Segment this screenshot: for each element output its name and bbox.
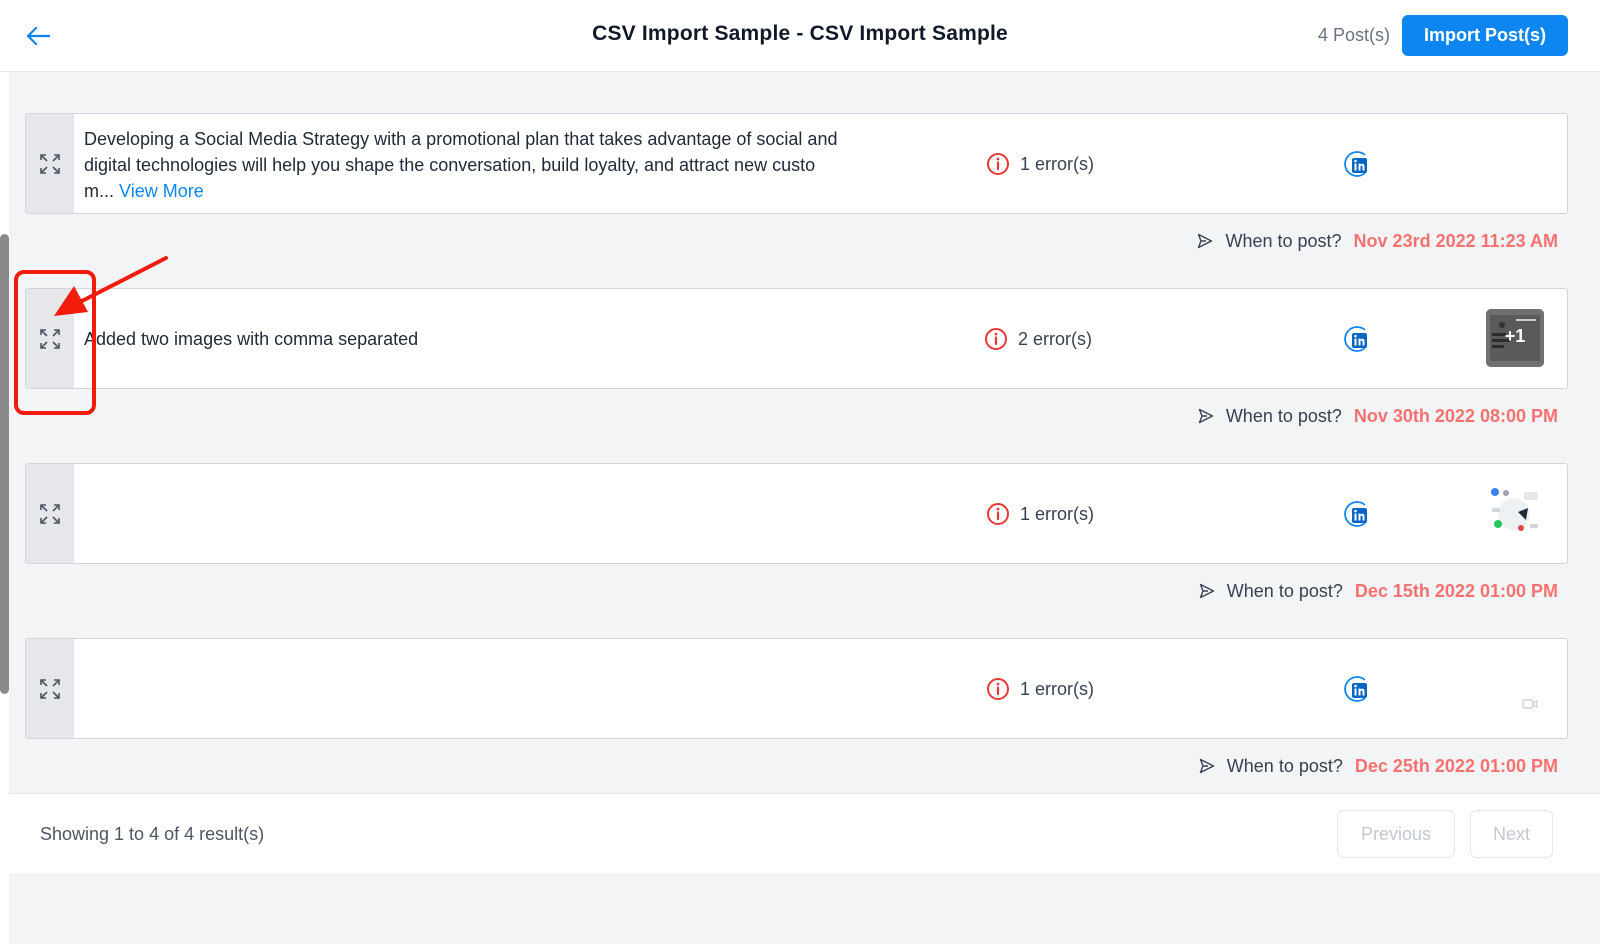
error-count[interactable]: 2 error(s) — [984, 326, 1092, 352]
when-label: When to post? — [1225, 405, 1342, 426]
error-label: 1 error(s) — [1020, 153, 1095, 174]
send-icon — [1199, 758, 1214, 774]
post-row: Developing a Social Media Strategy with … — [25, 113, 1568, 214]
video-icon[interactable] — [1522, 697, 1538, 711]
import-posts-button[interactable]: Import Post(s) — [1402, 15, 1568, 56]
when-label: When to post? — [1225, 230, 1342, 251]
image-thumbnail[interactable]: +1 — [1486, 309, 1544, 367]
error-label: 1 error(s) — [1020, 678, 1095, 699]
image-thumbnail[interactable] — [1486, 484, 1544, 542]
send-icon — [1199, 583, 1214, 599]
when-label: When to post? — [1226, 755, 1343, 776]
send-icon — [1198, 408, 1214, 424]
linkedin-icon — [1344, 501, 1367, 527]
send-icon — [1198, 233, 1213, 249]
schedule-info: When to post? Dec 15th 2022 01:00 PM — [1199, 579, 1558, 603]
linkedin-icon — [1344, 326, 1367, 352]
expand-button[interactable] — [26, 464, 74, 563]
previous-button[interactable]: Previous — [1337, 810, 1455, 858]
expand-button[interactable] — [26, 639, 74, 738]
expand-icon — [40, 503, 60, 524]
info-circle-icon — [987, 153, 1009, 175]
thumbnail-graphic — [1486, 484, 1544, 542]
schedule-date[interactable]: Nov 23rd 2022 11:23 AM — [1354, 231, 1558, 252]
post-row: 1 error(s) — [25, 638, 1568, 739]
linkedin-icon — [1344, 676, 1367, 702]
info-circle-icon — [987, 503, 1009, 525]
info-circle-icon — [985, 328, 1007, 350]
view-more-link[interactable]: View More — [119, 181, 204, 201]
post-text: Added two images with comma separated — [84, 329, 419, 349]
error-count[interactable]: 1 error(s) — [986, 151, 1094, 177]
expand-icon — [40, 153, 60, 174]
error-label: 2 error(s) — [1018, 328, 1093, 349]
extra-images-count: +1 — [1504, 326, 1526, 346]
expand-button[interactable] — [26, 289, 74, 388]
next-button[interactable]: Next — [1470, 810, 1553, 858]
schedule-date[interactable]: Nov 30th 2022 08:00 PM — [1354, 406, 1558, 427]
post-count: 4 Post(s) — [1317, 25, 1390, 45]
linkedin-icon — [1344, 151, 1367, 177]
expand-icon — [40, 678, 60, 699]
error-label: 1 error(s) — [1020, 503, 1095, 524]
schedule-date[interactable]: Dec 15th 2022 01:00 PM — [1355, 581, 1558, 602]
info-circle-icon — [987, 678, 1009, 700]
when-label: When to post? — [1226, 580, 1343, 601]
schedule-info: When to post? Nov 30th 2022 08:00 PM — [1198, 404, 1558, 428]
scrollbar[interactable] — [0, 234, 9, 694]
schedule-info: When to post? Nov 23rd 2022 11:23 AM — [1197, 229, 1558, 253]
post-row: Added two images with comma separated 2 … — [25, 288, 1568, 389]
error-count[interactable]: 1 error(s) — [986, 501, 1094, 527]
error-count[interactable]: 1 error(s) — [986, 676, 1094, 702]
post-text: Developing a Social Media Strategy with … — [84, 126, 844, 204]
schedule-date[interactable]: Dec 25th 2022 01:00 PM — [1355, 756, 1558, 777]
pagination-footer: Showing 1 to 4 of 4 result(s) Previous N… — [9, 793, 1600, 873]
results-summary: Showing 1 to 4 of 4 result(s) — [40, 824, 265, 844]
expand-icon — [40, 328, 60, 349]
expand-button[interactable] — [26, 114, 74, 213]
post-row: 1 error(s) — [25, 463, 1568, 564]
top-bar: CSV Import Sample - CSV Import Sample 4 … — [0, 0, 1600, 72]
schedule-info: When to post? Dec 25th 2022 01:00 PM — [1199, 754, 1558, 778]
